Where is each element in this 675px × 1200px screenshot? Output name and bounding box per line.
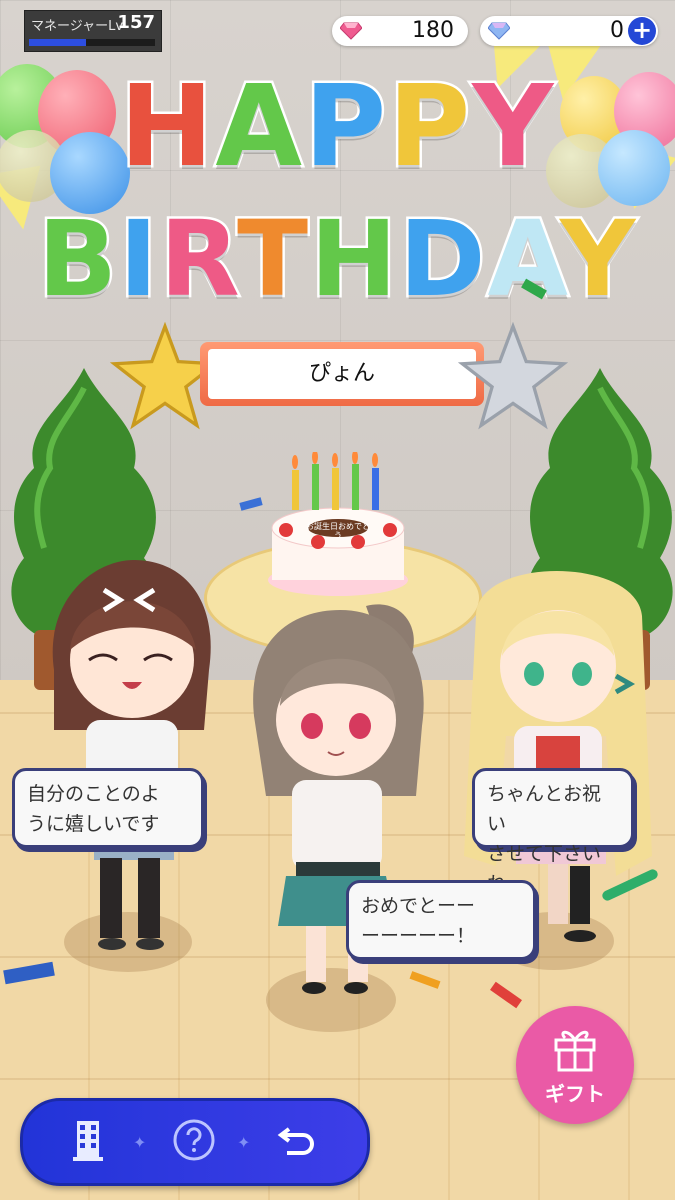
gift-icon	[554, 1030, 596, 1072]
back-icon[interactable]	[273, 1115, 323, 1165]
nav-separator: ✦	[133, 1133, 147, 1152]
cake-message: お誕生日おめでとう	[306, 522, 370, 540]
bottom-nav: ✦ ✦	[20, 1098, 370, 1186]
title-letter: H	[308, 196, 400, 323]
silver-star-icon	[458, 322, 568, 430]
add-gem-button[interactable]: +	[628, 17, 656, 45]
birthday-cake	[268, 507, 408, 596]
manager-exp-bar	[29, 39, 155, 46]
pink-gem-icon	[340, 22, 362, 40]
gift-button[interactable]: ギフト	[516, 1006, 634, 1124]
manager-level-label: マネージャーLv	[31, 19, 124, 34]
speech-bubble-left: 自分のことのよ うに嬉しいです	[12, 768, 204, 848]
manager-level-panel[interactable]: マネージャーLv 157	[24, 10, 162, 52]
title-letter: I	[117, 196, 161, 323]
birthday-name: ぴょん	[208, 349, 476, 399]
title-letter: R	[157, 196, 238, 323]
blue-gem-counter[interactable]: 0 +	[480, 16, 658, 46]
pink-gem-value: 180	[412, 18, 454, 43]
title-letter: Y	[557, 196, 638, 323]
title-letter: D	[397, 196, 488, 323]
character-brown-hair	[52, 560, 211, 950]
title-letter: A	[485, 196, 561, 323]
candles	[292, 452, 379, 510]
nav-separator: ✦	[237, 1133, 251, 1152]
happy-title: HAPPY	[0, 60, 675, 195]
blue-gem-value: 0	[610, 18, 624, 43]
building-icon[interactable]	[63, 1115, 113, 1165]
pink-gem-counter[interactable]: 180	[332, 16, 468, 46]
title-letter: Y	[470, 60, 556, 195]
blue-gem-icon	[488, 22, 510, 40]
title-letter: T	[235, 196, 311, 323]
title-letter: B	[35, 196, 119, 323]
manager-level-value: 157	[117, 12, 155, 33]
gift-label: ギフト	[545, 1082, 605, 1106]
title-letter: A	[213, 60, 305, 195]
birthday-name-banner: ぴょん	[200, 342, 484, 406]
title-letter: H	[117, 60, 216, 195]
help-icon[interactable]	[169, 1115, 219, 1165]
birthday-title: BIRTHDAY	[0, 196, 675, 323]
speech-bubble-center: おめでとーー ーーーーー！	[346, 880, 536, 960]
title-letter: P	[302, 60, 389, 195]
title-letter: P	[386, 60, 473, 195]
speech-bubble-right: ちゃんとお祝い させて下さいね	[472, 768, 634, 895]
